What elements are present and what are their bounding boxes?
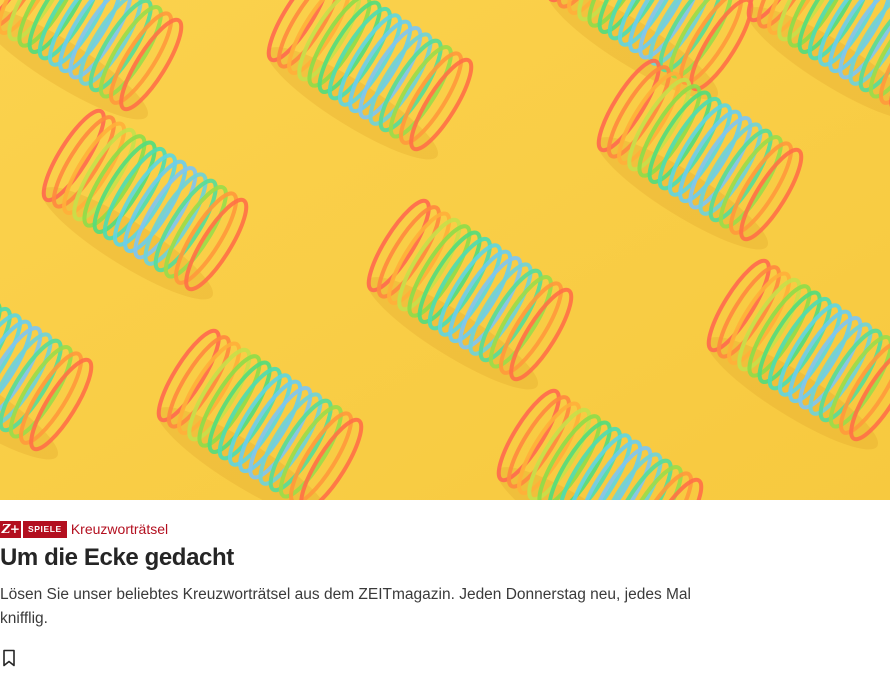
hero-image[interactable]: [0, 0, 890, 500]
z-plus-badge: Z+: [0, 520, 21, 538]
article-description: Lösen Sie unser beliebtes Kreuzworträtse…: [0, 586, 691, 627]
category-tag: SPIELE: [23, 520, 67, 538]
article-title[interactable]: Um die Ecke gedacht: [0, 544, 234, 572]
meta-row: Z+ SPIELE Kreuzworträtsel: [0, 520, 168, 538]
kicker: Kreuzworträtsel: [70, 521, 169, 537]
bookmark-icon[interactable]: [2, 649, 16, 667]
article-teaser[interactable]: Z+ SPIELE Kreuzworträtsel Um die Ecke ge…: [0, 0, 890, 675]
